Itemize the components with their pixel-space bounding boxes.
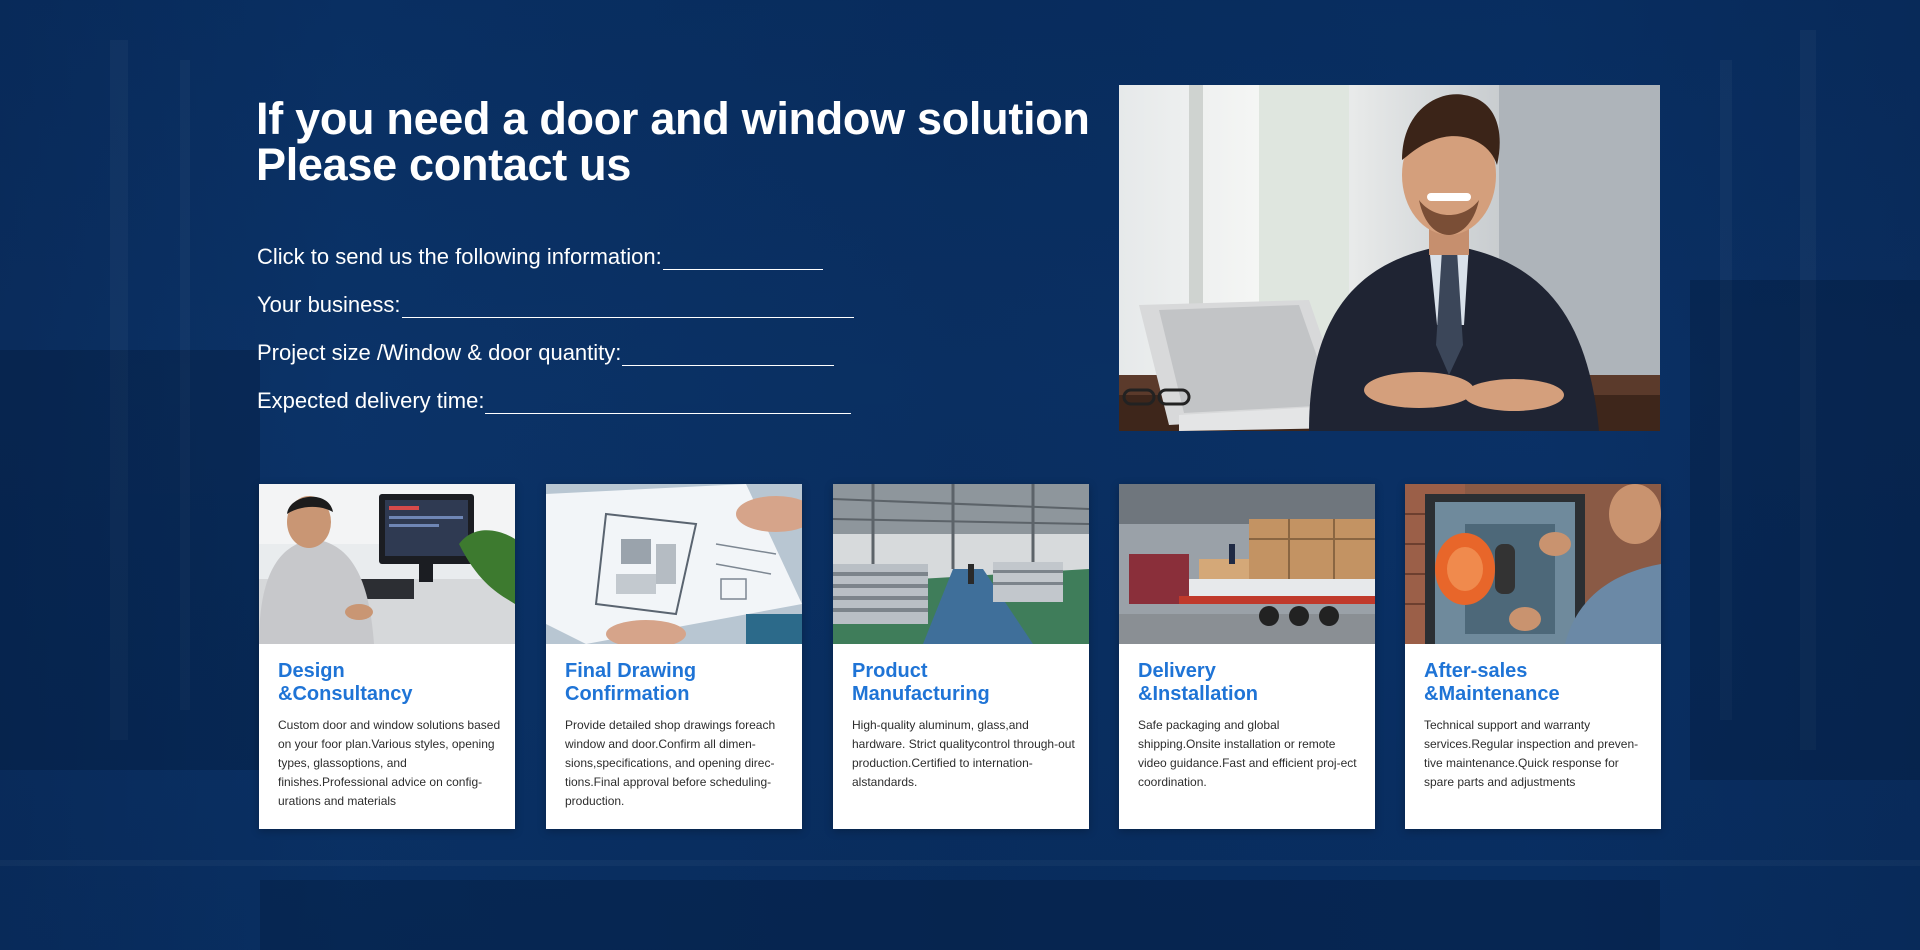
card-title-line: Delivery [1138, 660, 1216, 682]
info-field-label: Click to send us the following informati… [257, 244, 662, 269]
card-description: Safe packaging and global shipping.Onsit… [1138, 718, 1357, 789]
businessman-photo [1119, 85, 1660, 431]
info-field-blank[interactable] [485, 389, 852, 414]
card-title: Design &Consultancy [278, 660, 499, 706]
contact-info-list[interactable]: Click to send us the following informati… [257, 222, 854, 414]
card-title-line: Manufacturing [852, 683, 990, 705]
headline-line-1: If you need a door and window solution [256, 93, 1090, 144]
card-title: Product Manufacturing [852, 660, 1073, 706]
designer-at-computer-image [259, 484, 515, 644]
service-card-after-sales[interactable]: After-sales &Maintenance Technical suppo… [1405, 484, 1661, 829]
info-field-delivery-time[interactable]: Expected delivery time: [257, 366, 854, 414]
info-field-business[interactable]: Your business: [257, 270, 854, 318]
headline-line-2: Please contact us [256, 139, 632, 190]
service-card-design[interactable]: Design &Consultancy Custom door and wind… [259, 484, 515, 829]
info-field-label: Expected delivery time: [257, 388, 485, 413]
service-card-manufacturing[interactable]: Product Manufacturing High-quality alumi… [833, 484, 1089, 829]
info-field-blank[interactable] [662, 245, 823, 270]
truck-loading-image [1119, 484, 1375, 644]
card-description: High-quality aluminum, glass,and hardwar… [852, 718, 1075, 789]
card-title: Final Drawing Confirmation [565, 660, 786, 706]
card-title-line: Design [278, 660, 345, 682]
card-title-line: Final Drawing [565, 660, 697, 682]
service-card-drawing[interactable]: Final Drawing Confirmation Provide detai… [546, 484, 802, 829]
card-title-line: After-sales [1424, 660, 1528, 682]
card-title-line: &Consultancy [278, 683, 413, 705]
card-title: After-sales &Maintenance [1424, 660, 1645, 706]
card-description: Technical support and warranty services.… [1424, 718, 1639, 789]
card-title: Delivery &Installation [1138, 660, 1359, 706]
card-description: Custom door and window solutions based o… [278, 718, 501, 808]
card-title-line: Product [852, 660, 928, 682]
card-title-line: &Installation [1138, 683, 1259, 705]
info-field-project-size[interactable]: Project size /Window & door quantity: [257, 318, 854, 366]
service-card-delivery[interactable]: Delivery &Installation Safe packaging an… [1119, 484, 1375, 829]
card-title-line: Confirmation [565, 683, 690, 705]
info-field-request[interactable]: Click to send us the following informati… [257, 222, 854, 270]
architectural-drawings-image [546, 484, 802, 644]
info-field-blank[interactable] [401, 293, 854, 318]
info-field-blank[interactable] [622, 341, 835, 366]
page-headline: If you need a door and window solution P… [256, 96, 1090, 188]
factory-floor-image [833, 484, 1089, 644]
card-description: Provide detailed shop drawings foreach w… [565, 718, 776, 808]
card-title-line: &Maintenance [1424, 683, 1560, 705]
info-field-label: Your business: [257, 292, 401, 317]
info-field-label: Project size /Window & door quantity: [257, 340, 622, 365]
glass-installation-image [1405, 484, 1661, 644]
